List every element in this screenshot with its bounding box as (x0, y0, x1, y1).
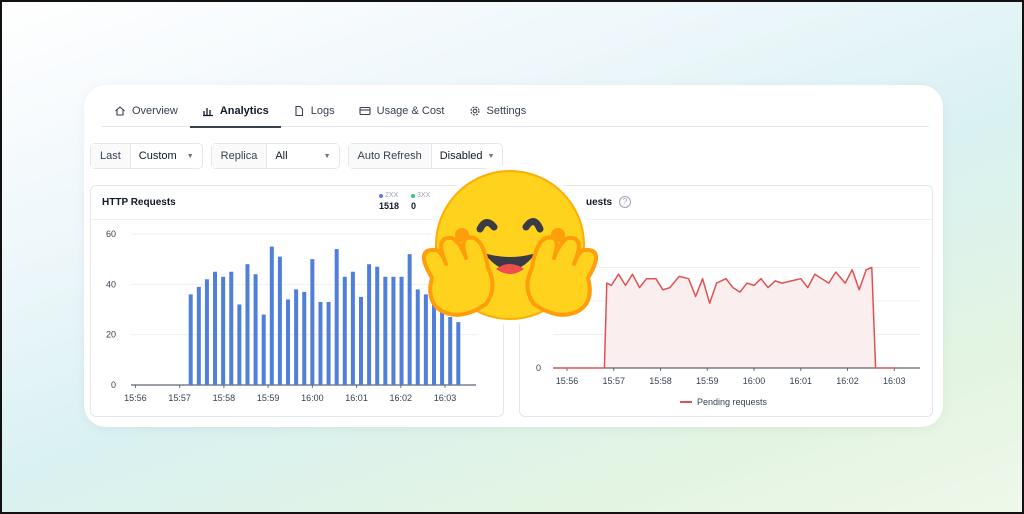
bar (213, 271, 218, 385)
x-tick-label: 16:02 (836, 376, 859, 386)
gear-icon (469, 105, 480, 116)
bar (326, 301, 331, 385)
replica-label: Replica (211, 144, 268, 168)
bar (188, 294, 193, 385)
help-icon[interactable]: ? (619, 196, 631, 208)
x-tick-label: 15:56 (556, 376, 579, 386)
hugging-face-logo (422, 165, 598, 325)
bar (286, 299, 291, 385)
bar (342, 276, 347, 385)
bar (334, 249, 339, 385)
bar (318, 301, 323, 385)
tab-label: Settings (486, 104, 527, 117)
x-tick-label: 16:00 (301, 393, 324, 403)
legend-label: Pending requests (697, 397, 768, 407)
bar (261, 314, 266, 385)
bar (375, 266, 380, 385)
file-icon (295, 105, 303, 116)
bar (294, 289, 299, 385)
bar (253, 274, 258, 385)
time-range-filter: Last Custom ▼ (90, 143, 203, 169)
y-tick-label: 0 (111, 380, 116, 390)
bar (359, 296, 363, 385)
x-tick-label: 16:00 (743, 376, 766, 386)
x-tick-label: 15:57 (603, 376, 626, 386)
tab-label: Overview (132, 104, 178, 117)
y-tick-label: 0 (536, 363, 541, 373)
bar (245, 264, 250, 385)
time-range-select[interactable]: Custom ▼ (131, 144, 202, 168)
tab-analytics[interactable]: Analytics (189, 95, 281, 128)
replica-value: All (275, 150, 288, 162)
legend-value: 1518 (379, 201, 400, 211)
analytics-icon (202, 107, 213, 116)
bar (229, 271, 234, 385)
tab-overview[interactable]: Overview (102, 95, 190, 126)
x-tick-label: 16:03 (883, 376, 906, 386)
auto-refresh-value: Disabled (439, 150, 483, 162)
x-tick-label: 16:02 (390, 393, 413, 403)
replica-filter: Replica All ▼ (210, 143, 340, 169)
chevron-down-icon: ▼ (186, 152, 194, 160)
tab-usage-cost[interactable]: Usage & Cost (347, 95, 457, 126)
bar (277, 256, 282, 385)
panel-title: HTTP Requests (102, 197, 176, 208)
bar (350, 271, 355, 385)
tab-label: Logs (310, 104, 335, 117)
tab-settings[interactable]: Settings (457, 95, 539, 126)
home-icon (115, 105, 125, 116)
y-tick-label: 40 (106, 279, 116, 289)
tab-bar: Overview Analytics Logs Usage & Cost Set… (102, 95, 929, 128)
x-tick-label: 15:56 (124, 393, 147, 403)
bar (399, 276, 404, 385)
bar (269, 246, 274, 385)
y-tick-label: 20 (106, 330, 116, 340)
chevron-down-icon: ▼ (323, 152, 331, 160)
bar (383, 276, 388, 385)
bar (367, 264, 372, 385)
time-range-label: Last (91, 144, 131, 168)
tab-logs[interactable]: Logs (281, 95, 347, 126)
x-tick-label: 15:59 (257, 393, 280, 403)
y-tick-label: 60 (106, 229, 116, 239)
legend-name: 2XX (385, 192, 399, 199)
legend-dot (379, 193, 383, 198)
bar (310, 259, 315, 385)
x-tick-label: 15:58 (213, 393, 236, 403)
time-range-value: Custom (138, 150, 177, 162)
legend-2xx[interactable]: 2XX 1518 (379, 192, 399, 211)
x-tick-label: 16:01 (790, 376, 813, 386)
x-tick-label: 16:03 (434, 393, 457, 403)
x-tick-label: 15:59 (696, 376, 719, 386)
bar (221, 276, 226, 385)
credit-card-icon (359, 106, 371, 115)
bar (391, 276, 396, 385)
replica-select[interactable]: All ▼ (267, 144, 338, 168)
x-tick-label: 16:01 (345, 393, 368, 403)
x-tick-label: 15:57 (168, 393, 191, 403)
x-tick-label: 15:58 (649, 376, 672, 386)
bar (302, 291, 307, 385)
bar (237, 304, 242, 385)
bar (204, 279, 209, 385)
chevron-down-icon: ▼ (487, 152, 495, 160)
bar (196, 286, 201, 385)
tab-label: Analytics (219, 104, 269, 117)
tab-label: Usage & Cost (376, 104, 445, 117)
